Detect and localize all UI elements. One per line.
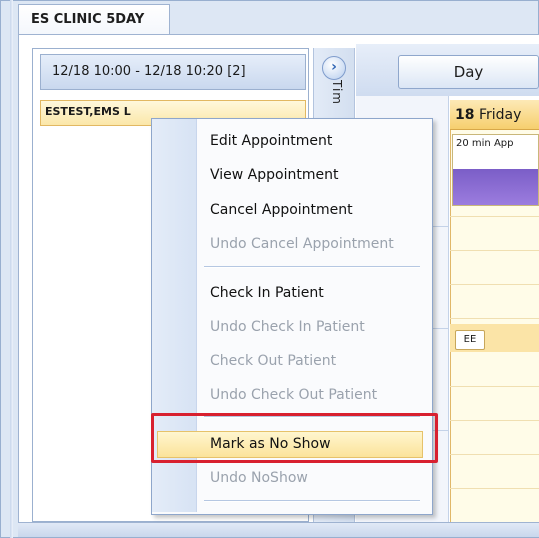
time-slot-line: [450, 284, 539, 285]
menu-item-undo-noshow[interactable]: Undo NoShow: [210, 466, 308, 490]
day-number: 18: [455, 107, 475, 123]
menu-item-undo-check-out-patient[interactable]: Undo Check Out Patient: [210, 383, 377, 407]
menu-item-check-out-patient[interactable]: Check Out Patient: [210, 349, 336, 373]
menu-item-view-appointment[interactable]: View Appointment: [210, 163, 338, 187]
time-slot-line: [450, 386, 539, 387]
time-slot-line: [450, 454, 539, 455]
window-edge: [10, 0, 13, 538]
time-slot-line: [450, 250, 539, 251]
time-slot-line: [450, 488, 539, 489]
day-view-button[interactable]: Day: [398, 55, 539, 89]
menu-separator: [204, 266, 420, 268]
menu-item-cancel-appointment[interactable]: Cancel Appointment: [210, 198, 353, 222]
menu-item-undo-check-in-patient[interactable]: Undo Check In Patient: [210, 315, 365, 339]
menu-item-undo-cancel-appointment[interactable]: Undo Cancel Appointment: [210, 232, 394, 256]
day-header[interactable]: 18 Friday: [450, 100, 539, 130]
tab-es-clinic-5day[interactable]: ES CLINIC 5DAY: [18, 4, 170, 34]
time-label: Tim: [330, 80, 344, 105]
time-slot-line: [450, 216, 539, 217]
menu-item-edit-appointment[interactable]: Edit Appointment: [210, 129, 332, 153]
annotation-highlight-box: [151, 413, 438, 463]
menu-separator: [204, 500, 420, 502]
bottom-scroll-strip: [18, 522, 539, 537]
chevron-right-icon[interactable]: ›: [322, 56, 346, 80]
calendar-appointment[interactable]: 20 min App: [452, 134, 539, 206]
day-name: Friday: [478, 107, 522, 123]
calendar-appointment[interactable]: EE: [455, 330, 485, 350]
appointments-group-header[interactable]: 12/18 10:00 - 12/18 10:20 [2]: [40, 54, 306, 90]
time-slot-line: [450, 318, 539, 319]
menu-item-check-in-patient[interactable]: Check In Patient: [210, 281, 324, 305]
time-slot-line: [450, 420, 539, 421]
